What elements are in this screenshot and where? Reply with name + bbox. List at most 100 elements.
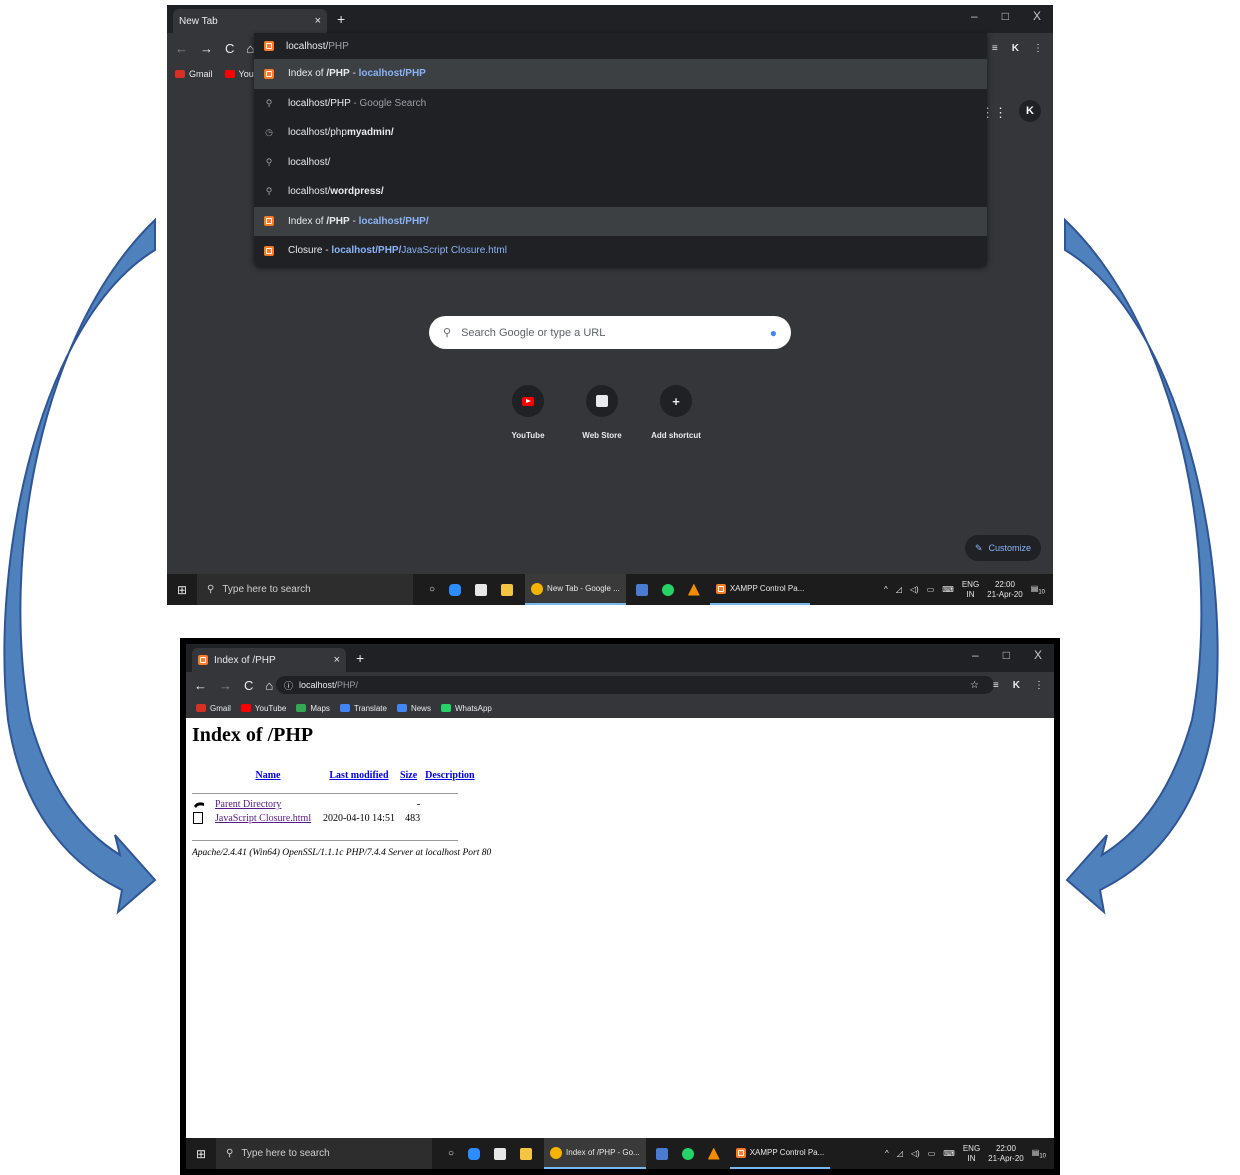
taskbar-xampp[interactable]: XAMPP Control Pa... (729, 1138, 831, 1169)
omnibox-suggestion[interactable]: ⚲ localhost/PHP - Google Search (254, 89, 987, 119)
reading-list-icon[interactable]: ≡ (993, 680, 999, 691)
vlc-icon[interactable] (707, 1147, 720, 1160)
minimize-button[interactable]: – (972, 648, 979, 662)
close-window-button[interactable]: X (1034, 648, 1042, 662)
zoom-icon[interactable] (449, 583, 462, 596)
windows-start-icon[interactable]: ⊞ (186, 1147, 216, 1161)
microphone-icon[interactable]: ● (770, 326, 777, 340)
volume-icon[interactable]: ◁) (911, 1149, 920, 1158)
cortana-icon[interactable]: ○ (448, 1148, 454, 1159)
xampp-icon (264, 41, 274, 51)
notification-icon[interactable]: ▤10 (1032, 1148, 1046, 1160)
chevron-up-icon[interactable]: ^ (884, 585, 888, 594)
notification-icon[interactable]: ▤10 (1031, 584, 1045, 596)
chevron-up-icon[interactable]: ^ (885, 1149, 889, 1158)
calculator-icon[interactable] (635, 583, 648, 596)
column-description[interactable]: Description (421, 768, 478, 782)
store-icon[interactable] (475, 583, 488, 596)
reload-icon[interactable]: C (225, 41, 234, 56)
search-input[interactable]: Search Google or type a URL (461, 327, 760, 339)
reload-icon[interactable]: C (244, 678, 253, 693)
bookmark-news[interactable]: News (396, 704, 431, 713)
maximize-button[interactable]: □ (1003, 648, 1010, 662)
shortcut-youtube[interactable]: YouTube (502, 385, 554, 440)
taskbar-chrome[interactable]: Index of /PHP - Go... (544, 1138, 646, 1169)
taskbar-search[interactable]: ⚲ Type here to search (197, 574, 413, 605)
shortcut-add[interactable]: + Add shortcut (650, 385, 702, 440)
close-tab-icon[interactable]: × (334, 654, 340, 666)
info-icon[interactable]: ⓘ (284, 679, 293, 692)
new-tab-button[interactable]: + (337, 11, 345, 27)
search-icon: ⚲ (226, 1148, 234, 1159)
file-explorer-icon[interactable] (501, 583, 514, 596)
bookmark-youtube[interactable]: YouTube (240, 704, 286, 713)
reading-list-icon[interactable]: ≡ (992, 43, 998, 54)
column-name[interactable]: Name (214, 768, 322, 782)
bookmark-gmail[interactable]: Gmail (196, 704, 231, 713)
taskbar-xampp[interactable]: XAMPP Control Pa... (709, 574, 811, 605)
menu-icon[interactable]: ⋮ (1033, 43, 1043, 54)
maximize-button[interactable]: □ (1002, 9, 1009, 23)
column-last-modified[interactable]: Last modified (322, 768, 396, 782)
avatar[interactable]: K (1019, 100, 1041, 122)
taskbar-chrome[interactable]: New Tab - Google ... (525, 574, 626, 605)
bookmark-maps[interactable]: Maps (296, 704, 330, 713)
zoom-icon[interactable] (468, 1147, 481, 1160)
close-window-button[interactable]: X (1033, 9, 1041, 23)
whatsapp-icon[interactable] (661, 583, 674, 596)
omnibox-suggestion[interactable]: Index of /PHP - localhost/PHP/ (254, 206, 987, 236)
network-icon[interactable]: ◿ (896, 585, 902, 594)
keyboard-icon[interactable]: ⌨ (942, 585, 954, 594)
back-arrow-icon (194, 802, 204, 808)
column-size[interactable]: Size (396, 768, 421, 782)
omnibox-suggestion[interactable]: ⚲ localhost/wordpress/ (254, 177, 987, 207)
network-icon[interactable]: ◿ (897, 1149, 903, 1158)
listing-table: Name Last modified Size Description Pare… (192, 768, 479, 825)
calculator-icon[interactable] (655, 1147, 668, 1160)
omnibox-suggestion[interactable]: Index of /PHP - localhost/PHP (254, 59, 987, 89)
bookmark-whatsapp[interactable]: WhatsApp (440, 704, 492, 713)
tab-index-of-php[interactable]: Index of /PHP × (192, 648, 346, 672)
profile-icon[interactable]: K (1013, 680, 1020, 691)
bookmark-gmail[interactable]: Gmail (175, 69, 213, 79)
windows-start-icon[interactable]: ⊞ (167, 583, 197, 597)
forward-arrow-icon[interactable]: → (200, 41, 213, 56)
cortana-icon[interactable]: ○ (429, 584, 435, 595)
home-icon[interactable]: ⌂ (265, 678, 273, 693)
battery-icon[interactable]: ▭ (928, 1149, 936, 1158)
clock[interactable]: 22:00 21-Apr-20 (987, 580, 1023, 600)
back-arrow-icon[interactable]: ← (175, 41, 188, 56)
battery-icon[interactable]: ▭ (927, 585, 935, 594)
file-link[interactable]: JavaScript Closure.html (215, 813, 311, 824)
keyboard-icon[interactable]: ⌨ (943, 1149, 955, 1158)
clock[interactable]: 22:00 21-Apr-20 (988, 1144, 1024, 1164)
omnibox-suggestion[interactable]: ⚲ localhost/ (254, 148, 987, 178)
language-indicator[interactable]: ENG IN (962, 580, 979, 600)
whatsapp-icon[interactable] (681, 1147, 694, 1160)
menu-icon[interactable]: ⋮ (1034, 680, 1044, 691)
tab-new-tab[interactable]: New Tab × (173, 9, 327, 33)
star-icon[interactable]: ☆ (970, 680, 979, 691)
taskbar-search[interactable]: ⚲ Type here to search (216, 1138, 432, 1169)
file-explorer-icon[interactable] (520, 1147, 533, 1160)
omnibox-suggestion[interactable]: ◷ localhost/phpmyadmin/ (254, 118, 987, 148)
profile-icon[interactable]: K (1012, 43, 1019, 54)
shortcut-web-store[interactable]: Web Store (576, 385, 628, 440)
back-arrow-icon[interactable]: ← (194, 678, 207, 693)
parent-directory-link[interactable]: Parent Directory (215, 799, 281, 810)
tab-strip: New Tab × + – □ X (167, 5, 1053, 33)
forward-arrow-icon[interactable]: → (219, 678, 232, 693)
close-tab-icon[interactable]: × (315, 15, 321, 27)
minimize-button[interactable]: – (971, 9, 978, 23)
omnibox-suggestion[interactable]: Closure - localhost/PHP/JavaScript Closu… (254, 236, 987, 266)
omnibox-input[interactable]: localhost/PHP (254, 33, 987, 59)
customize-button[interactable]: ✎ Customize (964, 535, 1041, 561)
store-icon[interactable] (494, 1147, 507, 1160)
address-bar[interactable]: ⓘ localhost/PHP/ (276, 676, 994, 694)
new-tab-button[interactable]: + (356, 650, 364, 666)
bookmark-translate[interactable]: Translate (339, 704, 387, 713)
vlc-icon[interactable] (687, 583, 700, 596)
language-indicator[interactable]: ENG IN (963, 1144, 980, 1164)
volume-icon[interactable]: ◁) (910, 585, 919, 594)
search-box[interactable]: ⚲ Search Google or type a URL ● (429, 316, 791, 349)
